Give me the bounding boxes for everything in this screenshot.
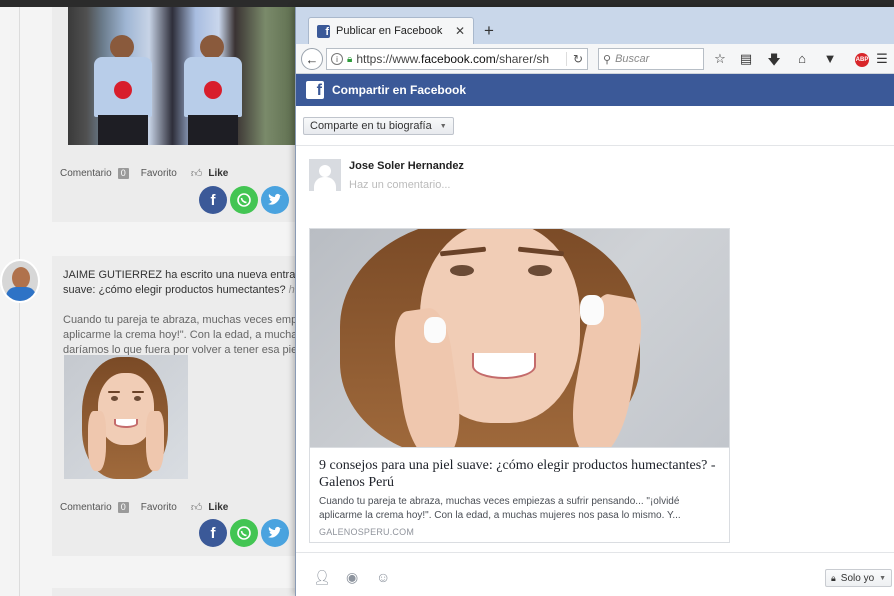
- thumbs-up-icon[interactable]: 👍︎: [191, 167, 203, 180]
- facebook-favicon-icon: f: [317, 24, 330, 38]
- post-photo-children[interactable]: [68, 7, 300, 145]
- link-preview-domain: GALENOSPERU.COM: [319, 527, 415, 537]
- excerpt-line: Cuando tu pareja te abraza, muchas veces…: [63, 314, 299, 326]
- comment-count-badge: 0: [117, 167, 129, 179]
- audience-selector-button[interactable]: 🔒︎ Solo yo ▼: [825, 569, 893, 587]
- share-popup-window: f Publicar en Facebook ✕ + ← i 🔒︎ https:…: [295, 7, 894, 596]
- back-arrow-icon[interactable]: ←: [301, 48, 323, 70]
- facebook-logo-icon: f: [306, 81, 324, 99]
- reload-icon[interactable]: ↻: [565, 52, 583, 66]
- chevron-down-icon: ▼: [439, 122, 447, 130]
- thumbs-up-icon[interactable]: 👍︎: [191, 501, 203, 514]
- whatsapp-icon[interactable]: [230, 186, 258, 214]
- new-tab-plus-icon[interactable]: +: [484, 21, 494, 41]
- comment-link[interactable]: Comentario: [60, 502, 112, 513]
- author-name[interactable]: JAIME GUTIERREZ: [63, 269, 162, 281]
- download-arrow-icon[interactable]: 🡇: [766, 51, 782, 73]
- post-thumbnail[interactable]: [64, 355, 188, 479]
- whatsapp-icon[interactable]: [230, 519, 258, 547]
- audience-label: Solo yo: [840, 572, 875, 584]
- link-preview-description: Cuando tu pareja te abraza, muchas veces…: [319, 496, 681, 521]
- info-icon[interactable]: i: [331, 53, 343, 65]
- os-top-bar: [0, 0, 894, 7]
- search-placeholder: Buscar: [615, 53, 650, 65]
- favorite-link[interactable]: Favorito: [141, 168, 177, 179]
- link-preview-image[interactable]: [310, 229, 729, 448]
- twitter-icon[interactable]: [261, 186, 289, 214]
- user-avatar: [309, 159, 341, 191]
- tab-strip: f Publicar en Facebook ✕ +: [296, 7, 894, 44]
- emoji-smiley-icon[interactable]: ☺: [376, 569, 390, 585]
- share-destination-label: Comparte en tu biografía: [310, 120, 432, 132]
- lock-icon: 🔒︎: [831, 572, 836, 583]
- comment-input[interactable]: [349, 179, 869, 191]
- bookmark-star-icon[interactable]: ☆: [712, 51, 728, 67]
- favorite-link[interactable]: Favorito: [141, 502, 177, 513]
- dialog-title: Compartir en Facebook: [332, 83, 467, 97]
- avatar[interactable]: [0, 259, 40, 303]
- twitter-icon[interactable]: [261, 519, 289, 547]
- url-path: /sharer/sh: [495, 52, 550, 66]
- divider: [296, 145, 894, 146]
- menu-hamburger-icon[interactable]: ☰: [874, 51, 890, 67]
- child-figure: [178, 35, 248, 145]
- comment-link[interactable]: Comentario: [60, 168, 112, 179]
- lock-icon[interactable]: 🔒︎: [347, 54, 352, 65]
- url-domain: facebook.com: [421, 52, 496, 66]
- activity-card: [52, 588, 312, 596]
- facebook-share-icon[interactable]: f: [199, 519, 227, 547]
- home-icon[interactable]: ⌂: [794, 51, 810, 66]
- adblock-plus-icon[interactable]: ABP: [855, 53, 869, 67]
- reading-list-icon[interactable]: ▤: [738, 51, 754, 67]
- url-text: https://www.facebook.com/sharer/sh: [356, 52, 549, 66]
- divider: [296, 552, 894, 553]
- facebook-share-icon[interactable]: f: [199, 186, 227, 214]
- action-text: ha escrito una nueva entrada,: [162, 269, 299, 281]
- like-link[interactable]: Like: [208, 502, 228, 513]
- tag-people-icon[interactable]: 👤︎: [313, 569, 331, 586]
- post-excerpt: Cuando tu pareja te abraza, muchas veces…: [63, 313, 299, 358]
- pocket-icon[interactable]: ▼: [822, 51, 838, 66]
- comment-count-badge: 0: [117, 501, 129, 513]
- navigation-toolbar: ← i 🔒︎ https://www.facebook.com/sharer/s…: [296, 44, 894, 74]
- search-input[interactable]: ⚲ Buscar: [598, 48, 704, 70]
- link-preview-card[interactable]: 9 consejos para una piel suave: ¿cómo el…: [309, 228, 730, 543]
- tab-title: Publicar en Facebook: [336, 25, 443, 37]
- child-figure: [88, 35, 158, 145]
- search-icon: ⚲: [603, 53, 612, 66]
- post-meta-row: Comentario 0 Favorito 👍︎ Like: [60, 499, 228, 515]
- post-title-link[interactable]: suave: ¿cómo elegir productos humectante…: [63, 284, 286, 296]
- post-meta-row: Comentario 0 Favorito 👍︎ Like: [60, 165, 228, 181]
- user-name: Jose Soler Hernandez: [349, 160, 464, 172]
- chevron-down-icon: ▼: [879, 574, 887, 582]
- tab-publicar-en-facebook[interactable]: f Publicar en Facebook ✕: [308, 17, 474, 44]
- like-link[interactable]: Like: [208, 168, 228, 179]
- close-icon[interactable]: ✕: [455, 24, 465, 38]
- excerpt-line: aplicarme la crema hoy!". Con la edad, a…: [63, 329, 299, 341]
- share-destination-dropdown[interactable]: Comparte en tu biografía ▼: [303, 117, 454, 135]
- url-bar[interactable]: i 🔒︎ https://www.facebook.com/sharer/sh …: [326, 48, 588, 70]
- url-prefix: https://www.: [356, 52, 422, 66]
- facebook-dialog-header: f Compartir en Facebook: [296, 74, 894, 106]
- post-headline: JAIME GUTIERREZ ha escrito una nueva ent…: [63, 268, 299, 298]
- link-preview-title[interactable]: 9 consejos para una piel suave: ¿cómo el…: [319, 457, 719, 491]
- location-pin-icon[interactable]: ◉: [346, 569, 358, 586]
